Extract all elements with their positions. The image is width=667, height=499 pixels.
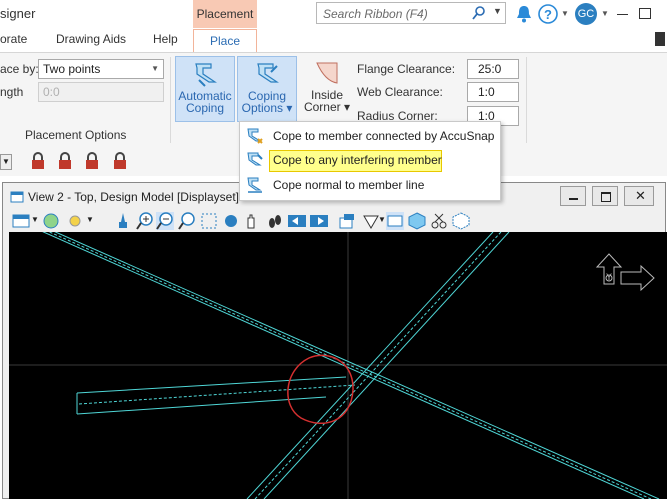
lock-icon[interactable] [28, 151, 48, 171]
inside-corner-label-2: Corner ▾ [303, 100, 351, 114]
svg-text:?: ? [544, 7, 552, 22]
menu-item-cope-interfering[interactable]: Cope to any interfering member [240, 148, 498, 172]
place-by-label: ace by: [0, 62, 39, 76]
view-maximize-button[interactable] [592, 186, 618, 206]
cope-normal-icon [247, 177, 262, 193]
menu-item-label: Cope normal to member line [273, 178, 425, 192]
cope-accusnap-icon [247, 128, 263, 144]
view-attributes-icon[interactable] [12, 212, 30, 230]
place-by-select[interactable]: Two points ▼ [38, 59, 164, 79]
menu-item-cope-normal[interactable]: Cope normal to member line [240, 173, 498, 197]
coping-options-menu: Cope to member connected by AccuSnap Cop… [239, 121, 501, 201]
search-ribbon-box[interactable]: ▼ [316, 2, 506, 24]
fit-view-icon[interactable] [200, 212, 218, 230]
drawing-canvas[interactable]: Y [9, 232, 667, 499]
view-close-button[interactable]: ✕ [624, 186, 654, 206]
length-label: ngth [0, 85, 24, 99]
lock-icon[interactable] [110, 151, 130, 171]
view-rotation-icon[interactable] [338, 212, 356, 230]
tab-drawing-aids[interactable]: Drawing Aids [56, 32, 126, 46]
coping-options-button[interactable]: Coping Options ▾ [237, 56, 297, 122]
cube-icon[interactable] [408, 212, 426, 230]
place-by-value: Two points [43, 62, 101, 76]
web-clearance-field[interactable]: 1:0 [467, 82, 519, 102]
menu-item-cope-accusnap[interactable]: Cope to member connected by AccuSnap [240, 124, 498, 148]
window-area-icon[interactable] [178, 212, 196, 230]
search-dropdown-icon[interactable]: ▼ [493, 6, 502, 16]
placement-options-group-label: Placement Options [25, 128, 127, 142]
lock-icon[interactable] [82, 151, 102, 171]
help-icon[interactable]: ? [538, 4, 558, 24]
menu-item-label: Cope to any interfering member [273, 153, 442, 167]
context-tab-placement: Placement [193, 0, 257, 28]
section-cube-icon[interactable] [452, 212, 470, 230]
search-input[interactable] [321, 4, 475, 24]
tab-place[interactable]: Place [193, 29, 257, 53]
help-dropdown-icon[interactable]: ▼ [561, 9, 569, 18]
tab-help[interactable]: Help [153, 32, 178, 46]
inside-corner-button[interactable]: Inside Corner ▾ [301, 56, 353, 122]
view-icon [10, 191, 24, 203]
cope-interfering-icon [247, 152, 263, 166]
menu-item-label: Cope to member connected by AccuSnap [273, 129, 495, 143]
lock-icon[interactable] [55, 151, 75, 171]
user-dropdown-icon[interactable]: ▼ [601, 9, 609, 18]
view-toolbar: ▼ ▼ ▼ [10, 210, 470, 232]
previous-view-icon[interactable] [288, 212, 306, 230]
clip-volume-icon[interactable] [386, 212, 404, 230]
flange-clearance-label: Flange Clearance: [357, 62, 456, 76]
coping-options-icon [257, 63, 279, 83]
walk-icon[interactable] [266, 212, 284, 230]
length-field[interactable]: 0:0 [38, 82, 164, 102]
inside-corner-icon [316, 62, 338, 84]
view-title: View 2 - Top, Design Model [Displayset] [28, 190, 239, 204]
display-style-icon[interactable] [42, 212, 60, 230]
view-minimize-button[interactable] [560, 186, 586, 206]
group-divider [526, 57, 527, 143]
lighting-icon[interactable] [66, 212, 84, 230]
chevron-down-icon: ▼ [151, 64, 159, 73]
pan-view-icon[interactable] [242, 212, 260, 230]
group-divider [170, 57, 171, 143]
cut-icon[interactable] [430, 212, 448, 230]
toolbar-dropdown-icon[interactable]: ▼ [0, 154, 12, 170]
notification-bell-icon[interactable] [514, 4, 534, 24]
tab-corporate[interactable]: orate [0, 32, 27, 46]
web-clearance-label: Web Clearance: [357, 85, 443, 99]
automatic-coping-button[interactable]: Automatic Coping [175, 56, 235, 122]
zoom-out-icon[interactable] [156, 212, 174, 230]
app-title: signer [0, 6, 36, 21]
ribbon-tabs: orate Drawing Aids Help [0, 28, 667, 52]
next-view-icon[interactable] [310, 212, 328, 230]
automatic-coping-icon [195, 63, 217, 87]
maximize-icon[interactable] [639, 8, 651, 19]
automatic-coping-label-2: Coping [185, 101, 225, 115]
zoom-in-icon[interactable] [136, 212, 154, 230]
brush-icon[interactable] [114, 212, 132, 230]
minimize-icon[interactable] [617, 14, 628, 15]
chevron-down-icon[interactable]: ▼ [86, 215, 94, 224]
chevron-down-icon[interactable]: ▼ [31, 215, 39, 224]
rotate-view-icon[interactable] [222, 212, 240, 230]
chevron-down-icon[interactable]: ▼ [378, 215, 386, 224]
search-icon[interactable] [472, 6, 486, 20]
coping-options-label-2: Options ▾ [241, 101, 293, 115]
flange-clearance-field[interactable]: 25:0 [467, 59, 519, 79]
panel-collapse-icon[interactable] [655, 32, 665, 46]
user-avatar[interactable]: GC [575, 3, 597, 25]
